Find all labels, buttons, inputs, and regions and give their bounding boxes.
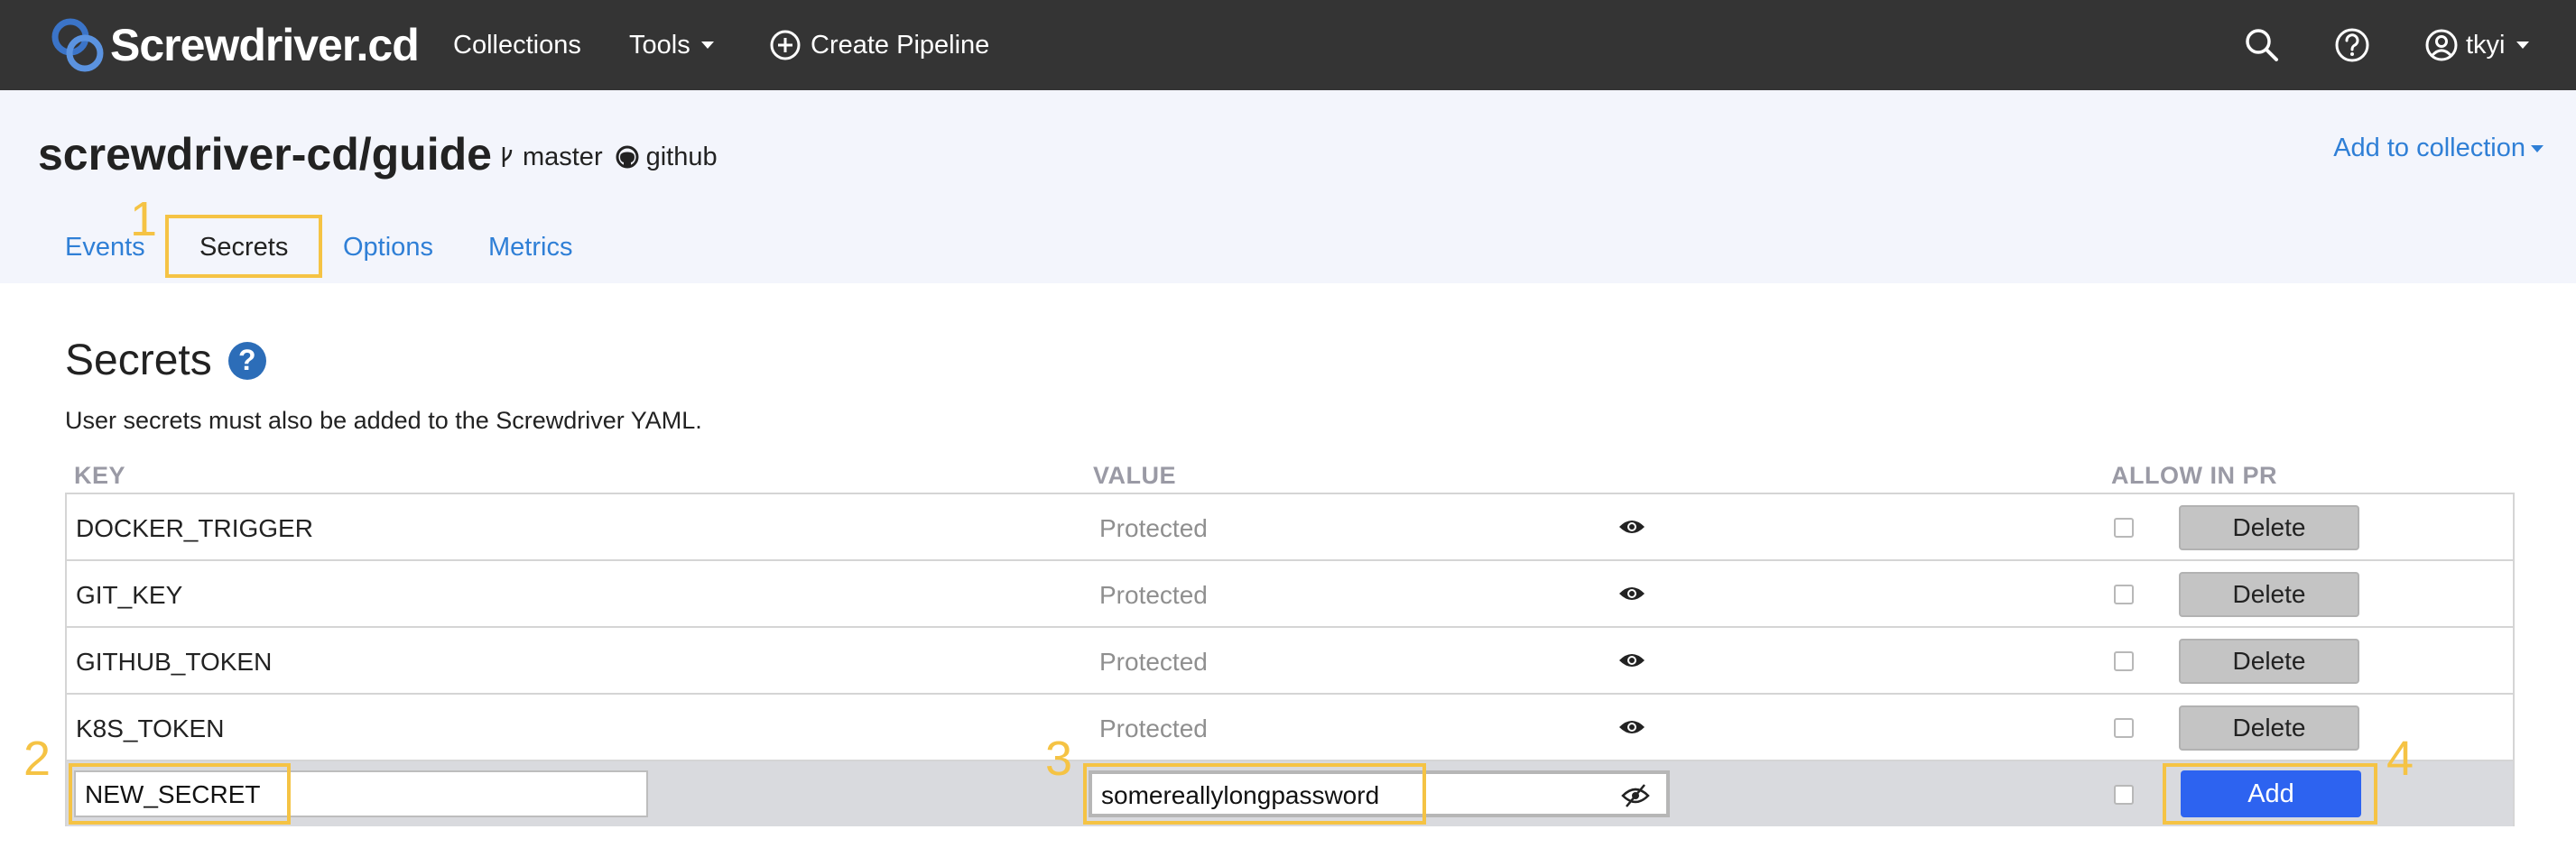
secrets-description: User secrets must also be added to the S… <box>65 407 702 434</box>
highlight-box-1 <box>165 215 322 278</box>
github-icon <box>616 145 639 169</box>
nav-create-pipeline[interactable]: Create Pipeline <box>769 27 989 63</box>
secret-key: GITHUB_TOKEN <box>76 648 273 676</box>
search-icon[interactable] <box>2242 25 2282 65</box>
screwdriver-logo-icon <box>51 18 104 72</box>
repo-name: screwdriver-cd/guide <box>38 129 492 180</box>
eye-icon[interactable] <box>1617 648 1646 673</box>
add-to-collection-dropdown[interactable]: Add to collection <box>2333 134 2544 163</box>
secret-key: GIT_KEY <box>76 581 183 609</box>
add-to-collection-label: Add to collection <box>2333 134 2525 162</box>
help-icon[interactable] <box>2332 25 2372 65</box>
allow-in-pr-checkbox[interactable] <box>2114 718 2134 738</box>
delete-button[interactable]: Delete <box>2179 505 2359 550</box>
secrets-title: Secrets <box>65 336 212 384</box>
column-header-value: VALUE <box>1093 462 1177 489</box>
annotation-number-1: 1 <box>130 192 158 246</box>
user-name: tkyi <box>2466 31 2506 60</box>
question-circle-icon[interactable]: ? <box>227 341 266 380</box>
nav-create-pipeline-label: Create Pipeline <box>811 31 990 60</box>
allow-in-pr-checkbox[interactable] <box>2114 518 2134 538</box>
secret-key: DOCKER_TRIGGER <box>76 514 313 542</box>
chevron-down-icon <box>2516 41 2529 49</box>
eye-slash-icon[interactable] <box>1621 783 1650 808</box>
branch-name: master <box>522 142 603 171</box>
secrets-heading: Secrets ? <box>65 336 266 385</box>
repo-meta: master github <box>499 143 725 172</box>
new-secret-allow-in-pr-checkbox[interactable] <box>2114 785 2134 805</box>
pipeline-title: screwdriver-cd/guide master github <box>38 128 725 180</box>
tab-options[interactable]: Options <box>343 233 433 263</box>
table-row: DOCKER_TRIGGER Protected Delete <box>67 494 2513 561</box>
branch-icon <box>502 147 513 167</box>
table-row: GITHUB_TOKEN Protected Delete <box>67 628 2513 695</box>
secret-value: Protected <box>1099 714 1208 742</box>
table-row: K8S_TOKEN Protected Delete <box>67 695 2513 761</box>
nav-tools-dropdown[interactable]: Tools <box>629 27 714 63</box>
highlight-box-3 <box>1083 763 1426 825</box>
delete-button[interactable]: Delete <box>2179 705 2359 751</box>
nav-tools-label: Tools <box>629 31 690 60</box>
delete-button[interactable]: Delete <box>2179 572 2359 617</box>
highlight-box-4 <box>2163 763 2377 825</box>
secret-value: Protected <box>1099 514 1208 542</box>
nav-collections[interactable]: Collections <box>453 27 581 63</box>
eye-icon[interactable] <box>1617 581 1646 606</box>
top-nav: Screwdriver.cd Collections Tools Create … <box>0 0 2576 90</box>
user-menu[interactable]: tkyi <box>2424 27 2529 63</box>
chevron-down-icon <box>700 41 714 49</box>
column-header-allow-in-pr: ALLOW IN PR <box>2111 462 2277 489</box>
column-header-key: KEY <box>74 462 126 489</box>
annotation-number-2: 2 <box>23 732 51 786</box>
plus-circle-icon <box>770 30 801 60</box>
brand-name: Screwdriver.cd <box>110 20 420 70</box>
scm-name: github <box>645 142 718 171</box>
nav-collections-label: Collections <box>453 31 581 60</box>
secret-value: Protected <box>1099 581 1208 609</box>
delete-button[interactable]: Delete <box>2179 639 2359 684</box>
eye-icon[interactable] <box>1617 714 1646 740</box>
brand-logo[interactable]: Screwdriver.cd <box>49 16 420 74</box>
annotation-number-3: 3 <box>1045 732 1073 786</box>
table-row: GIT_KEY Protected Delete <box>67 561 2513 628</box>
eye-icon[interactable] <box>1617 514 1646 539</box>
chevron-down-icon <box>2531 144 2544 152</box>
secret-key: K8S_TOKEN <box>76 714 225 742</box>
user-avatar-icon <box>2425 29 2458 61</box>
allow-in-pr-checkbox[interactable] <box>2114 585 2134 604</box>
secret-value: Protected <box>1099 648 1208 676</box>
annotation-number-4: 4 <box>2386 732 2414 786</box>
tab-metrics[interactable]: Metrics <box>488 233 572 263</box>
highlight-box-2 <box>69 763 291 825</box>
allow-in-pr-checkbox[interactable] <box>2114 651 2134 671</box>
